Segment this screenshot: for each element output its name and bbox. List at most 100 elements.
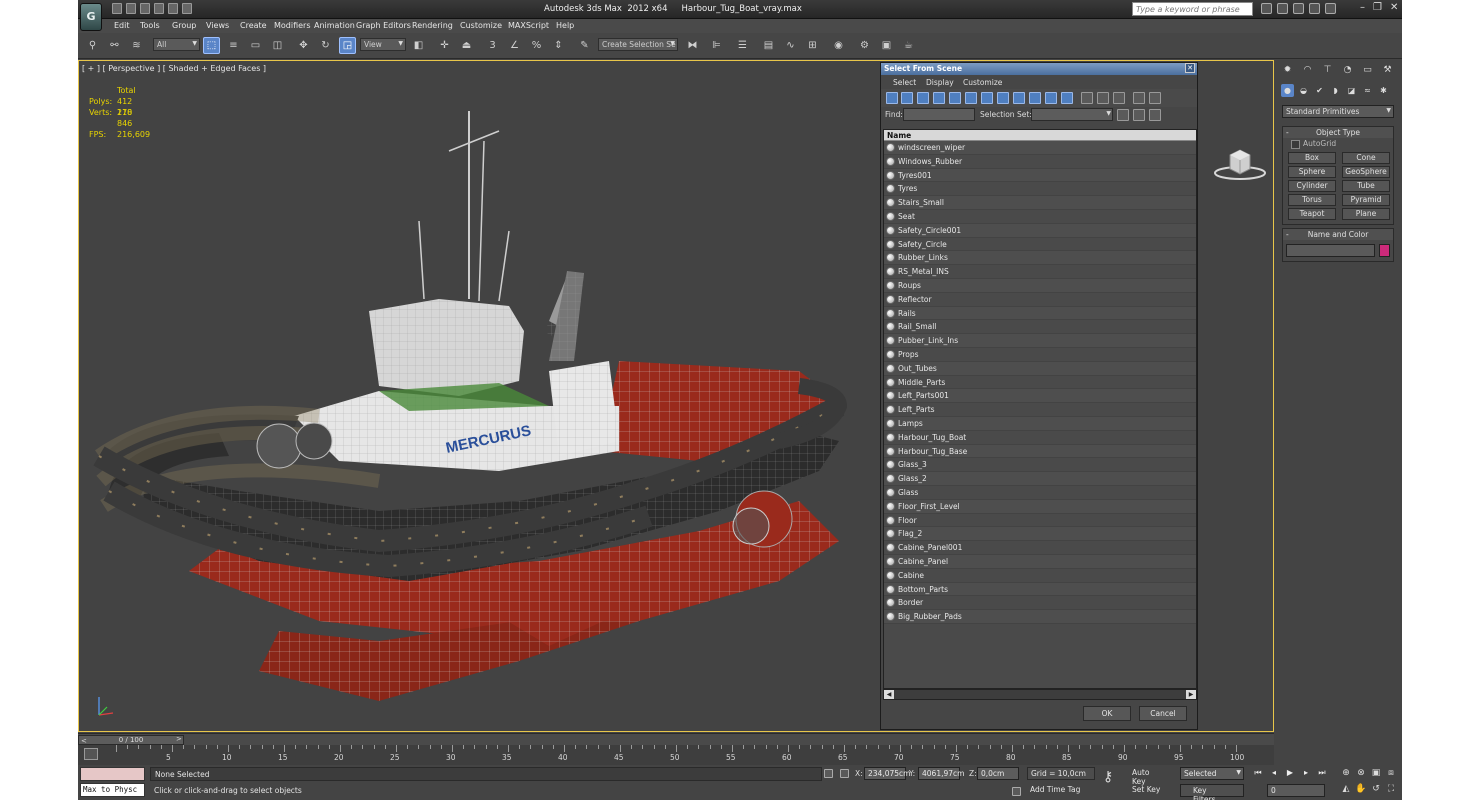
link-icon[interactable]: ⚲	[84, 37, 101, 54]
dialog-menu-customize[interactable]: Customize	[963, 78, 1002, 87]
render-setup-icon[interactable]: ⚙	[856, 37, 873, 54]
scroll-right-icon[interactable]: ▶	[1186, 690, 1196, 699]
list-item[interactable]: Glass_2	[884, 472, 1196, 486]
display-helpers-icon[interactable]	[949, 92, 961, 104]
zoom-extents-all-icon[interactable]: ⧈	[1385, 767, 1397, 779]
list-item[interactable]: Stairs_Small	[884, 196, 1196, 210]
undo-icon[interactable]	[154, 3, 164, 14]
pan-icon[interactable]: ✋	[1355, 783, 1367, 795]
menu-customize[interactable]: Customize	[460, 21, 502, 30]
space-warps-icon[interactable]: ≈	[1361, 84, 1374, 97]
filter-funnel-icon[interactable]	[1133, 92, 1145, 104]
binoculars-icon[interactable]	[1261, 3, 1272, 14]
bind-space-warp-icon[interactable]: ≋	[128, 37, 145, 54]
object-type-title[interactable]: Object Type	[1283, 127, 1393, 138]
display-xrefs-icon[interactable]	[997, 92, 1009, 104]
z-coordinate-field[interactable]: 0,0cm	[977, 767, 1019, 780]
schematic-view-icon[interactable]: ⊞	[804, 37, 821, 54]
list-item[interactable]: Safety_Circle001	[884, 223, 1196, 238]
time-slider[interactable]: < 0 / 100 >	[78, 733, 1274, 745]
menu-tools[interactable]: Tools	[140, 21, 160, 30]
menu-rendering[interactable]: Rendering	[412, 21, 453, 30]
favorites-star-icon[interactable]	[1309, 3, 1320, 14]
selection-filter-dropdown[interactable]: All	[153, 38, 200, 51]
list-item[interactable]: Big_Rubber_Pads	[884, 610, 1196, 624]
list-item[interactable]: Harbour_Tug_Boat	[884, 431, 1196, 445]
list-item[interactable]: Glass	[884, 486, 1196, 500]
set-key-icon[interactable]: ⚷	[1103, 769, 1113, 785]
primitive-category-dropdown[interactable]: Standard Primitives	[1282, 105, 1394, 118]
list-item[interactable]: Left_Parts	[884, 403, 1196, 417]
cameras-icon[interactable]: ◗	[1329, 84, 1342, 97]
current-frame-field[interactable]: 0	[1267, 784, 1325, 797]
display-none-icon[interactable]	[1097, 92, 1109, 104]
set-key-button[interactable]: Set Key	[1129, 784, 1165, 797]
autogrid-checkbox[interactable]: AutoGrid	[1283, 138, 1393, 150]
rectangular-selection-icon[interactable]: ▭	[247, 37, 264, 54]
rendered-frame-window-icon[interactable]: ▣	[878, 37, 895, 54]
zoom-icon[interactable]: ⊕	[1340, 767, 1352, 779]
help-icon[interactable]	[1325, 3, 1336, 14]
create-tab-icon[interactable]: ✹	[1280, 62, 1295, 77]
display-invert-icon[interactable]	[1113, 92, 1125, 104]
list-item[interactable]: Reflector	[884, 293, 1196, 307]
angle-snap-icon[interactable]: ∠	[506, 37, 523, 54]
display-space-warps-icon[interactable]	[965, 92, 977, 104]
orbit-icon[interactable]: ↺	[1370, 783, 1382, 795]
display-shapes-icon[interactable]	[901, 92, 913, 104]
find-input[interactable]	[903, 108, 975, 121]
box-button[interactable]: Box	[1288, 152, 1336, 164]
systems-icon[interactable]: ✱	[1377, 84, 1390, 97]
go-to-end-icon[interactable]: ⏭	[1316, 767, 1328, 779]
list-item[interactable]: Props	[884, 348, 1196, 362]
display-tab-icon[interactable]: ▭	[1360, 62, 1375, 77]
dialog-close-icon[interactable]: ✕	[1185, 63, 1195, 73]
menu-graph-editors[interactable]: Graph Editors	[356, 21, 411, 30]
project-folder-icon[interactable]	[182, 3, 192, 14]
selection-set-dropdown[interactable]	[1031, 108, 1113, 121]
graphite-ribbon-icon[interactable]: ▤	[760, 37, 777, 54]
dialog-menu-select[interactable]: Select	[893, 78, 916, 87]
viewport-label[interactable]: [ + ] [ Perspective ] [ Shaded + Edged F…	[82, 64, 266, 73]
lights-icon[interactable]: ✔	[1313, 84, 1326, 97]
motion-tab-icon[interactable]: ◔	[1340, 62, 1355, 77]
select-none-icon[interactable]	[1133, 109, 1145, 121]
utilities-tab-icon[interactable]: ⚒	[1380, 62, 1395, 77]
layer-manager-icon[interactable]: ☰	[734, 37, 751, 54]
help-search-input[interactable]: Type a keyword or phrase	[1132, 2, 1253, 16]
scene-object-list[interactable]: Name windscreen_wiper Windows_Rubber Tyres…	[883, 129, 1197, 689]
menu-help[interactable]: Help	[556, 21, 574, 30]
list-item[interactable]: Floor_First_Level	[884, 499, 1196, 514]
menu-views[interactable]: Views	[206, 21, 229, 30]
display-containers-icon[interactable]	[1029, 92, 1041, 104]
list-item[interactable]: Safety_Circle	[884, 238, 1196, 252]
horizontal-scrollbar[interactable]: ◀ ▶	[883, 689, 1197, 700]
torus-button[interactable]: Torus	[1288, 194, 1336, 206]
menu-animation[interactable]: Animation	[314, 21, 355, 30]
communication-icon[interactable]	[1293, 3, 1304, 14]
hierarchy-view-icon[interactable]	[1149, 92, 1161, 104]
cone-button[interactable]: Cone	[1342, 152, 1390, 164]
add-time-tag-button[interactable]: Add Time Tag	[1027, 784, 1105, 797]
list-item[interactable]: Rail_Small	[884, 320, 1196, 335]
modify-tab-icon[interactable]: ◠	[1300, 62, 1315, 77]
scale-icon[interactable]: ◲	[339, 37, 356, 54]
viewcube-icon[interactable]	[1213, 145, 1267, 181]
sphere-button[interactable]: Sphere	[1288, 166, 1336, 178]
x-coordinate-field[interactable]: 234,075cm	[864, 767, 910, 780]
keyboard-shortcut-icon[interactable]: ⏏	[458, 37, 475, 54]
pivot-center-icon[interactable]: ◧	[410, 37, 427, 54]
maximize-viewport-icon[interactable]: ⛶	[1385, 783, 1397, 795]
list-item[interactable]: Bottom_Parts	[884, 582, 1196, 597]
key-selection-dropdown[interactable]: Selected	[1180, 767, 1244, 780]
display-hidden-icon[interactable]	[1061, 92, 1073, 104]
auto-key-button[interactable]: Auto Key	[1129, 767, 1165, 786]
object-color-swatch[interactable]	[1379, 244, 1390, 257]
maxscript-listener-input[interactable]: Max to Physc	[80, 783, 145, 797]
named-selection-set-dropdown[interactable]: Create Selection Se	[598, 38, 678, 51]
subscription-icon[interactable]	[1277, 3, 1288, 14]
close-icon[interactable]: ✕	[1390, 2, 1398, 13]
move-icon[interactable]: ✥	[295, 37, 312, 54]
window-crossing-icon[interactable]: ◫	[269, 37, 286, 54]
previous-frame-icon[interactable]: ◂	[1268, 767, 1280, 779]
